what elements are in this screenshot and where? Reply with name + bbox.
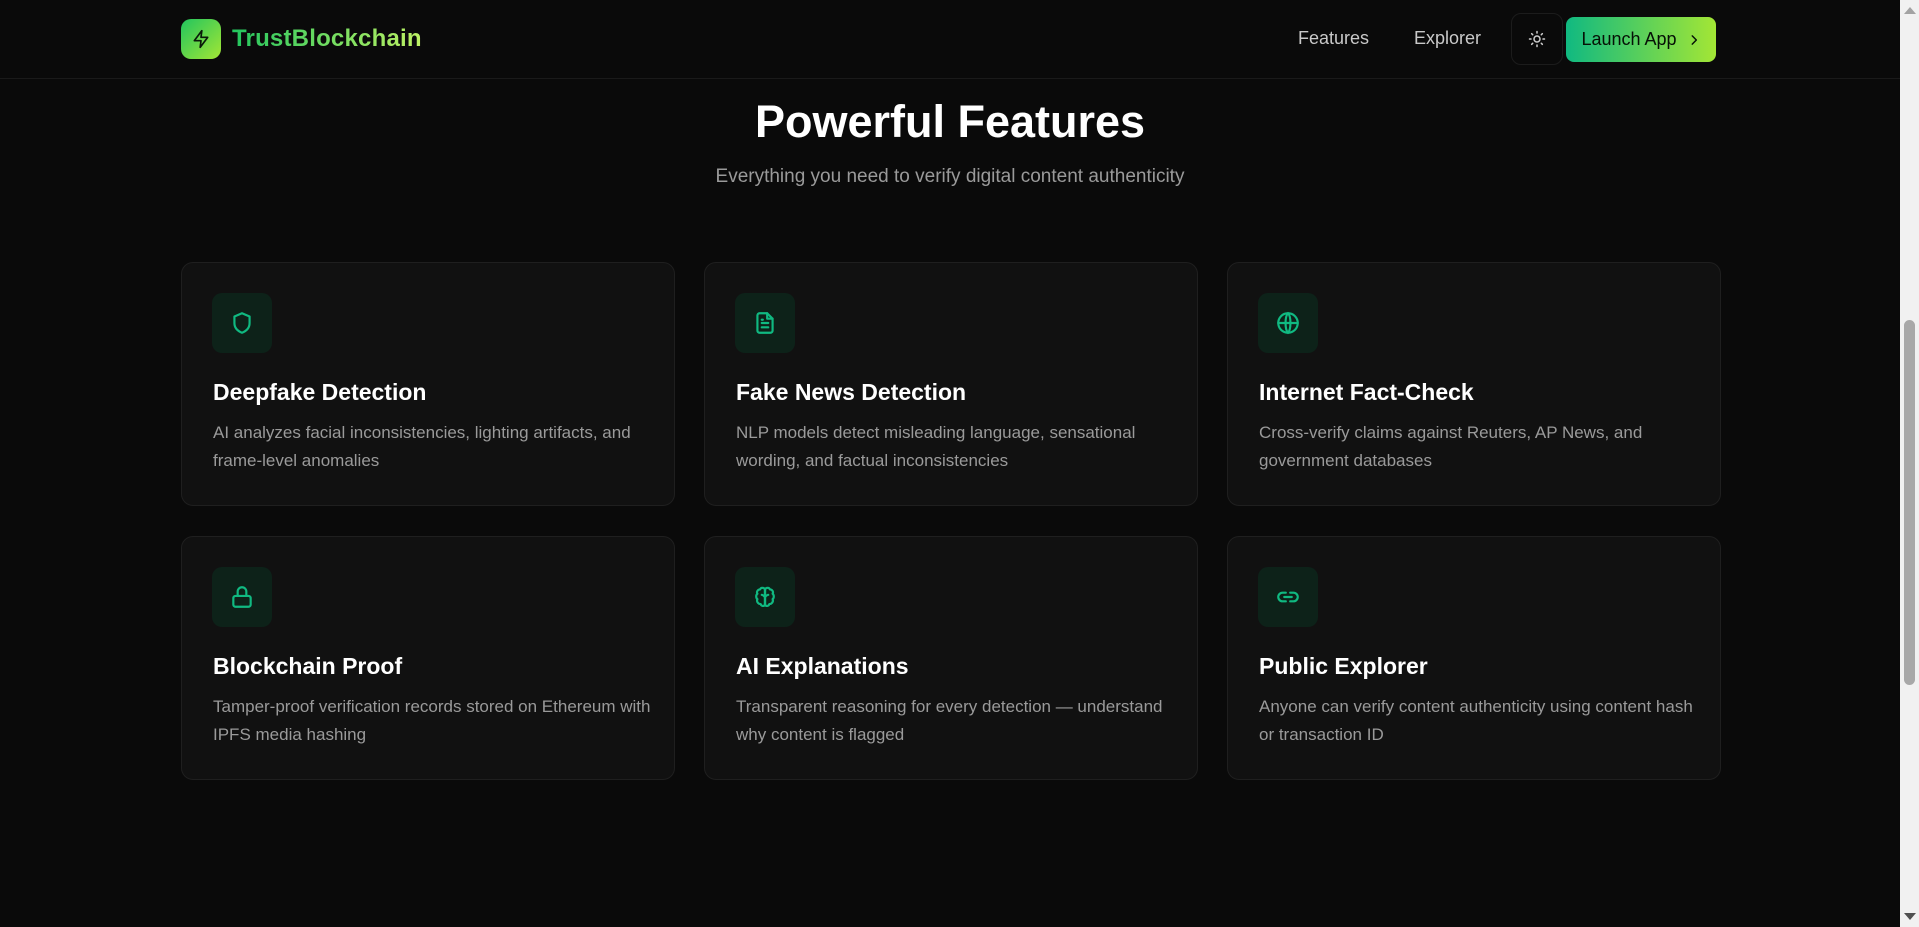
scrollbar-thumb[interactable]: [1904, 320, 1915, 685]
launch-app-label: Launch App: [1581, 29, 1677, 49]
link-icon: [1277, 591, 1299, 603]
nav-features-link[interactable]: Features: [1298, 28, 1369, 49]
feature-card-fake-news: Fake News Detection NLP models detect mi…: [704, 262, 1198, 506]
nav-explorer-link[interactable]: Explorer: [1414, 28, 1481, 49]
feature-title: Deepfake Detection: [213, 379, 427, 405]
brand-logo[interactable]: TrustBlockchain: [181, 19, 422, 59]
top-navbar: TrustBlockchain Features Explorer Launch…: [0, 0, 1900, 79]
theme-toggle-button[interactable]: [1511, 13, 1563, 65]
feature-icon-box: [1258, 293, 1318, 353]
feature-title: Fake News Detection: [736, 379, 967, 405]
feature-card-ai-explanations: AI Explanations Transparent reasoning fo…: [704, 536, 1198, 780]
scroll-up-arrow-icon[interactable]: [1904, 7, 1916, 14]
feature-description: NLP models detect misleading language, s…: [736, 423, 1136, 470]
feature-card-public-explorer: Public Explorer Anyone can verify conten…: [1227, 536, 1721, 780]
feature-card-fact-check: Internet Fact-Check Cross-verify claims …: [1227, 262, 1721, 506]
lock-icon: [232, 586, 252, 608]
feature-icon-box: [735, 293, 795, 353]
lightning-icon: [181, 19, 221, 59]
page-scrollbar[interactable]: [1900, 0, 1919, 927]
chevron-right-icon: [1691, 34, 1697, 45]
feature-title: AI Explanations: [736, 653, 909, 679]
feature-card-deepfake: Deepfake Detection AI analyzes facial in…: [181, 262, 675, 506]
shield-icon: [233, 312, 251, 334]
brand-name: TrustBlockchain: [232, 25, 422, 52]
page: TrustBlockchain Features Explorer Launch…: [0, 0, 1919, 927]
feature-description: Cross-verify claims against Reuters, AP …: [1259, 423, 1643, 470]
document-icon: [756, 312, 774, 334]
section-subtitle: Everything you need to verify digital co…: [715, 166, 1185, 187]
feature-description: Anyone can verify content authenticity u…: [1259, 697, 1693, 744]
brain-icon: [755, 586, 775, 608]
feature-description: AI analyzes facial inconsistencies, ligh…: [213, 423, 631, 470]
feature-title: Public Explorer: [1259, 653, 1428, 679]
scroll-down-arrow-icon[interactable]: [1904, 913, 1916, 920]
feature-description: Transparent reasoning for every detectio…: [736, 697, 1163, 744]
feature-title: Internet Fact-Check: [1259, 379, 1474, 405]
section-title: Powerful Features: [754, 96, 1146, 147]
feature-description: Tamper-proof verification records stored…: [213, 697, 651, 744]
feature-icon-box: [212, 293, 272, 353]
sun-icon: [1528, 30, 1546, 48]
feature-card-blockchain-proof: Blockchain Proof Tamper-proof verificati…: [181, 536, 675, 780]
feature-icon-box: [212, 567, 272, 627]
feature-icon-box: [1258, 567, 1318, 627]
feature-icon-box: [735, 567, 795, 627]
feature-title: Blockchain Proof: [213, 653, 403, 679]
launch-app-button[interactable]: Launch App: [1566, 17, 1716, 62]
globe-icon: [1277, 311, 1299, 335]
